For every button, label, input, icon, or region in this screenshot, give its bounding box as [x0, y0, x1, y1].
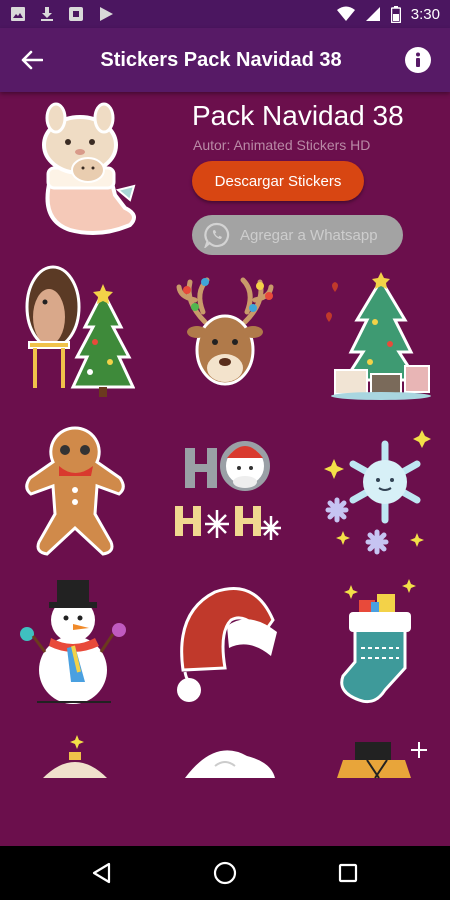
signal-icon	[365, 7, 380, 21]
tray-sticker-bunny-stocking	[30, 100, 150, 240]
info-button[interactable]	[386, 28, 450, 92]
sticker-christmas-tree-with-gifts[interactable]	[310, 262, 440, 402]
download-stickers-button[interactable]: Descargar Stickers	[192, 161, 364, 201]
wifi-icon	[336, 6, 355, 21]
sticker-reindeer-with-lights[interactable]	[160, 262, 290, 402]
sticker-snowman-rainbow-scarf[interactable]	[10, 572, 140, 712]
page-title: Stickers Pack Navidad 38	[100, 48, 342, 71]
status-bar: 3:30	[0, 0, 450, 28]
sticker-gingerbread-man[interactable]	[10, 420, 140, 560]
nav-home-button[interactable]	[195, 846, 255, 900]
play-icon	[100, 7, 113, 21]
gallery-icon	[11, 7, 25, 21]
sticker-partial-10[interactable]	[10, 710, 140, 846]
add-to-whatsapp-button[interactable]: Agregar a Whatsapp	[192, 215, 403, 255]
sticker-christmas-stocking[interactable]	[310, 572, 440, 712]
sticker-partial-12[interactable]	[310, 710, 440, 846]
recents-square-icon	[339, 863, 358, 883]
sticker-partial-11[interactable]	[160, 710, 290, 846]
notification-icons	[10, 6, 114, 22]
sticker-hedgehog-christmas-tree[interactable]	[10, 262, 140, 402]
back-triangle-icon	[92, 862, 110, 884]
pack-name: Pack Navidad 38	[192, 100, 404, 131]
clock: 3:30	[410, 5, 440, 23]
nav-recents-button[interactable]	[318, 846, 378, 900]
whatsapp-icon	[204, 222, 230, 248]
sticker-ho-ho-ho-santa[interactable]	[160, 420, 290, 560]
home-circle-icon	[213, 861, 237, 885]
add-to-whatsapp-label: Agregar a Whatsapp	[240, 226, 378, 244]
sticker-santa-hat[interactable]	[160, 572, 290, 712]
pack-author: Autor: Animated Stickers HD	[193, 137, 371, 153]
stop-icon	[69, 7, 83, 21]
battery-icon	[390, 5, 401, 23]
pack-header: Pack Navidad 38 Autor: Animated Stickers…	[0, 92, 450, 262]
sticker-grid	[0, 262, 450, 846]
back-button[interactable]	[0, 28, 64, 92]
app-bar: Stickers Pack Navidad 38	[0, 28, 450, 92]
download-icon	[41, 7, 53, 21]
system-icons: 3:30	[336, 5, 440, 23]
sticker-snowflakes[interactable]	[310, 420, 440, 560]
system-navigation-bar	[0, 846, 450, 900]
arrow-left-icon	[21, 50, 43, 70]
info-icon	[405, 47, 431, 73]
nav-back-button[interactable]	[72, 846, 132, 900]
